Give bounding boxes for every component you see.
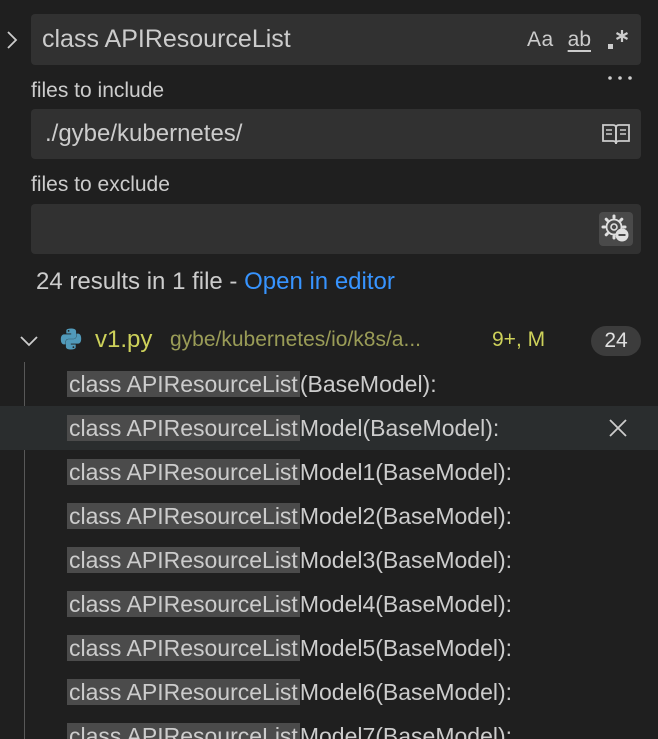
file-match-row[interactable]: v1.py gybe/kubernetes/io/k8s/a... 9+, M …	[0, 318, 658, 362]
toggle-replace-button[interactable]	[0, 24, 24, 56]
match-context: Model4(BaseModel):	[299, 591, 513, 617]
result-row[interactable]: class APIResourceList(BaseModel):	[0, 362, 658, 406]
results-summary: 24 results in 1 file - Open in editor	[36, 268, 395, 296]
result-row[interactable]: class APIResourceListModel1(BaseModel):	[0, 450, 658, 494]
file-status-badge: 9+, M	[492, 328, 546, 351]
result-row[interactable]: class APIResourceListModel6(BaseModel):	[0, 670, 658, 714]
match-highlight: class APIResourceList	[67, 415, 300, 441]
python-file-icon	[60, 328, 82, 350]
result-row[interactable]: class APIResourceListModel2(BaseModel):	[0, 494, 658, 538]
match-context: Model5(BaseModel):	[299, 635, 513, 661]
regex-icon	[608, 29, 629, 49]
include-field-box[interactable]: ./gybe/kubernetes/	[31, 109, 641, 159]
book-icon	[602, 124, 630, 145]
search-options: Aa ab	[527, 14, 631, 65]
regex-toggle[interactable]	[605, 27, 631, 53]
result-row[interactable]: class APIResourceListModel(BaseModel):	[0, 406, 658, 450]
match-case-toggle[interactable]: Aa	[527, 28, 554, 52]
ellipsis-icon	[608, 76, 632, 80]
chevron-right-icon	[7, 31, 18, 49]
results-count-text: 24 results in 1 file -	[36, 268, 245, 295]
search-view: class APIResourceList Aa ab files to inc…	[0, 0, 658, 739]
search-input-box[interactable]: class APIResourceList Aa ab	[31, 14, 641, 65]
close-icon	[609, 419, 627, 437]
match-highlight: class APIResourceList	[67, 503, 300, 529]
chevron-down-icon[interactable]	[18, 330, 40, 352]
include-label: files to include	[31, 79, 165, 102]
file-path: gybe/kubernetes/io/k8s/a...	[170, 328, 421, 351]
match-context: Model3(BaseModel):	[299, 547, 513, 573]
exclude-field-box[interactable]	[31, 204, 641, 254]
match-highlight: class APIResourceList	[67, 679, 300, 705]
match-context: Model1(BaseModel):	[299, 459, 513, 485]
match-whole-word-toggle[interactable]: ab	[568, 28, 591, 52]
results-list: class APIResourceList(BaseModel): class …	[0, 362, 658, 739]
exclude-label: files to exclude	[31, 173, 170, 196]
result-row[interactable]: class APIResourceListModel7(BaseModel):	[0, 714, 658, 739]
match-highlight: class APIResourceList	[67, 371, 300, 397]
result-row[interactable]: class APIResourceListModel3(BaseModel):	[0, 538, 658, 582]
match-context: Model(BaseModel):	[299, 415, 500, 441]
file-name: v1.py	[95, 326, 153, 353]
match-context: Model2(BaseModel):	[299, 503, 513, 529]
toggle-search-details-button[interactable]	[605, 68, 635, 88]
search-only-open-editors-button[interactable]	[599, 117, 633, 151]
match-count-badge: 24	[591, 326, 641, 356]
match-context: Model6(BaseModel):	[299, 679, 513, 705]
open-in-editor-link[interactable]: Open in editor	[244, 268, 395, 295]
result-row[interactable]: class APIResourceListModel4(BaseModel):	[0, 582, 658, 626]
match-highlight: class APIResourceList	[67, 459, 300, 485]
match-highlight: class APIResourceList	[67, 723, 300, 739]
dismiss-result-button[interactable]	[605, 415, 631, 441]
gear-exclude-icon	[601, 214, 629, 242]
match-highlight: class APIResourceList	[67, 591, 300, 617]
match-highlight: class APIResourceList	[67, 547, 300, 573]
search-input[interactable]: class APIResourceList	[42, 14, 291, 65]
match-highlight: class APIResourceList	[67, 635, 300, 661]
result-row[interactable]: class APIResourceListModel5(BaseModel):	[0, 626, 658, 670]
match-context: (BaseModel):	[299, 371, 437, 397]
include-input[interactable]: ./gybe/kubernetes/	[45, 109, 242, 159]
use-exclude-settings-button[interactable]	[599, 212, 633, 246]
match-context: Model7(BaseModel):	[299, 723, 513, 739]
